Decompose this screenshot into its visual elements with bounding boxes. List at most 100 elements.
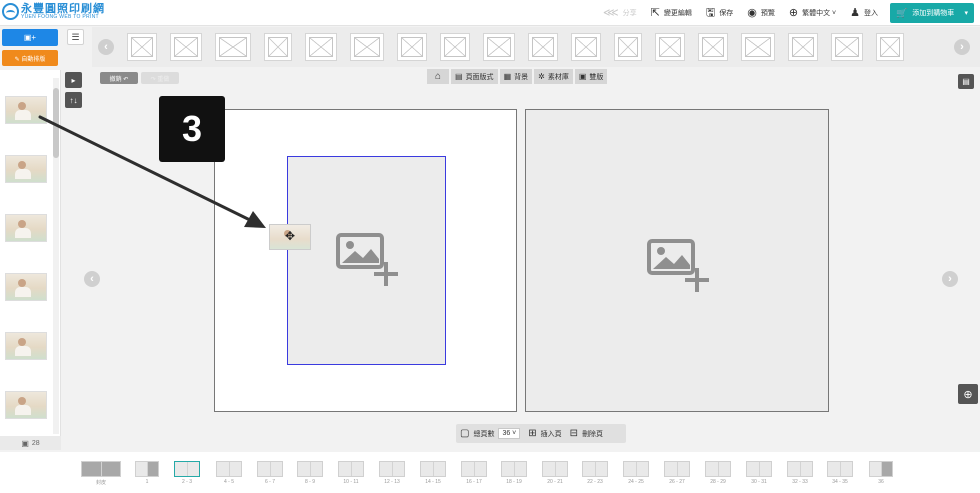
logo[interactable]: 永豐圓照印刷網 YUEN FOONG WEB TO PRINT [2, 3, 105, 20]
photo-thumb[interactable] [5, 96, 47, 124]
auto-fill-button[interactable]: ✎ 自動排版 [2, 50, 58, 66]
add-to-cart-button[interactable]: 🛒 添加到購物車 ▾ [890, 3, 974, 23]
page-thumb[interactable]: 10 - 11 [338, 461, 364, 485]
photo-thumb[interactable] [5, 214, 47, 242]
login-button[interactable]: ♟ 登入 [850, 7, 878, 19]
photo-thumb[interactable] [5, 391, 47, 419]
page-thumb-label: 14 - 15 [425, 479, 441, 485]
page-thumb-label: 22 - 23 [587, 479, 603, 485]
tab-materials[interactable]: ✲ 素材庫 [534, 69, 573, 84]
page-thumb-label: 36 [878, 479, 884, 485]
page-thumb[interactable]: 6 - 7 [257, 461, 283, 485]
page-count-label: 總頁數 [473, 430, 495, 438]
list-view-icon[interactable]: ☰ [67, 29, 84, 45]
layout-thumb[interactable] [305, 33, 337, 61]
page-settings-icon[interactable]: ▤ [958, 74, 974, 89]
home-icon[interactable]: ⌂ [427, 69, 449, 84]
language-select[interactable]: ⊕ 繁體中文 ˅ [789, 7, 836, 19]
layout-thumb[interactable] [788, 33, 818, 61]
insert-page-button[interactable]: ⊞ 插入頁 [528, 428, 561, 439]
layout-thumb[interactable] [397, 33, 427, 61]
page-thumb[interactable]: 24 - 25 [623, 461, 649, 485]
photo-panel-scroll-thumb[interactable] [53, 88, 59, 158]
page-thumb[interactable]: 30 - 31 [746, 461, 772, 485]
layout-thumb[interactable] [215, 33, 251, 61]
page-thumb[interactable]: 封皮 [81, 461, 121, 486]
page-thumb[interactable]: 14 - 15 [420, 461, 446, 485]
page-thumb-preview [787, 461, 813, 477]
page-thumb-preview [664, 461, 690, 477]
page-thumb[interactable]: 18 - 19 [501, 461, 527, 485]
preview-button[interactable]: ◉ 預覽 [747, 7, 775, 19]
layout-thumb[interactable] [127, 33, 157, 61]
layout-thumb[interactable] [741, 33, 775, 61]
layout-placeholder [702, 37, 724, 57]
page-thumb-preview [420, 461, 446, 477]
tab-page-layout[interactable]: ▤ 頁面版式 [451, 69, 498, 84]
layout-thumb[interactable] [350, 33, 384, 61]
layout-thumb[interactable] [876, 33, 904, 61]
page-thumb[interactable]: 32 - 33 [787, 461, 813, 485]
add-photo-button[interactable]: ▣+ [2, 29, 58, 46]
collapse-panel-button[interactable]: ▸ [65, 72, 82, 88]
tab-background[interactable]: ▦ 背景 [499, 69, 533, 84]
logo-name: 永豐圓照印刷網 [21, 2, 105, 15]
page-thumb[interactable]: 34 - 35 [827, 461, 853, 485]
layout-template-strip: ‹ › [92, 27, 980, 67]
layout-thumb[interactable] [440, 33, 470, 61]
page-thumb[interactable]: 12 - 13 [379, 461, 405, 485]
layout-thumb[interactable] [831, 33, 863, 61]
undo-button[interactable]: 撤銷 ↶ [100, 72, 138, 84]
add-photo-icon[interactable] [646, 238, 712, 294]
layout-thumb[interactable] [614, 33, 642, 61]
page-count-select[interactable]: 36 ˅ [498, 428, 521, 439]
page-thumb[interactable]: 28 - 29 [705, 461, 731, 485]
layout-placeholder [268, 37, 288, 57]
layout-thumb[interactable] [170, 33, 202, 61]
canvas-prev-button[interactable]: ‹ [84, 271, 100, 287]
tab-frame[interactable]: ▣ 雙版 [574, 69, 608, 84]
layout-next-button[interactable]: › [954, 39, 970, 55]
page-thumb[interactable]: 22 - 23 [582, 461, 608, 485]
page-thumb[interactable]: 26 - 27 [664, 461, 690, 485]
layout-thumb[interactable] [528, 33, 558, 61]
tab-background-label: 背景 [514, 73, 529, 81]
page-thumb-label: 8 - 9 [304, 479, 315, 485]
photo-thumb[interactable] [5, 273, 47, 301]
delete-page-button[interactable]: ⊟ 刪除頁 [570, 428, 603, 439]
redo-button[interactable]: ↷ 重做 [141, 72, 179, 84]
layout-prev-button[interactable]: ‹ [98, 39, 114, 55]
save-button[interactable]: 🖫 保存 [706, 7, 733, 19]
logo-mark-icon [2, 3, 19, 20]
insert-page-label: 插入頁 [540, 430, 562, 438]
page-thumb[interactable]: 1 [135, 461, 159, 485]
layout-thumb[interactable] [571, 33, 601, 61]
zoom-icon[interactable]: ⊕ [958, 384, 978, 404]
right-page[interactable] [525, 109, 829, 412]
sort-button[interactable]: ↑↓ [65, 92, 82, 108]
tab-frame-label: 雙版 [589, 73, 604, 81]
canvas-next-button[interactable]: › [942, 271, 958, 287]
page-thumb[interactable]: 2 - 3 [174, 461, 200, 485]
photo-frame[interactable] [287, 156, 446, 365]
edit-mode-button[interactable]: ⇱ 變更編輯 [650, 6, 692, 19]
page-thumb[interactable]: 20 - 21 [542, 461, 568, 485]
page-thumb[interactable]: 36 [869, 461, 893, 485]
export-icon: ⇱ [650, 6, 660, 19]
photo-thumb[interactable] [5, 155, 47, 183]
add-photo-icon[interactable] [335, 232, 401, 288]
page-thumb[interactable]: 8 - 9 [297, 461, 323, 485]
step-number-badge: 3 [159, 96, 225, 162]
photo-panel [0, 70, 61, 436]
chevron-down-icon[interactable]: ▾ [964, 9, 968, 17]
layout-thumb[interactable] [655, 33, 685, 61]
page-thumb[interactable]: 16 - 17 [461, 461, 487, 485]
share-button[interactable]: ⋘ 分享 [603, 7, 637, 19]
layout-thumb[interactable] [483, 33, 515, 61]
page-thumb[interactable]: 4 - 5 [216, 461, 242, 485]
photo-thumb[interactable] [5, 332, 47, 360]
delete-page-label: 刪除頁 [582, 430, 604, 438]
delete-page-icon: ⊟ [569, 428, 579, 439]
layout-thumb[interactable] [698, 33, 728, 61]
layout-thumb[interactable] [264, 33, 292, 61]
